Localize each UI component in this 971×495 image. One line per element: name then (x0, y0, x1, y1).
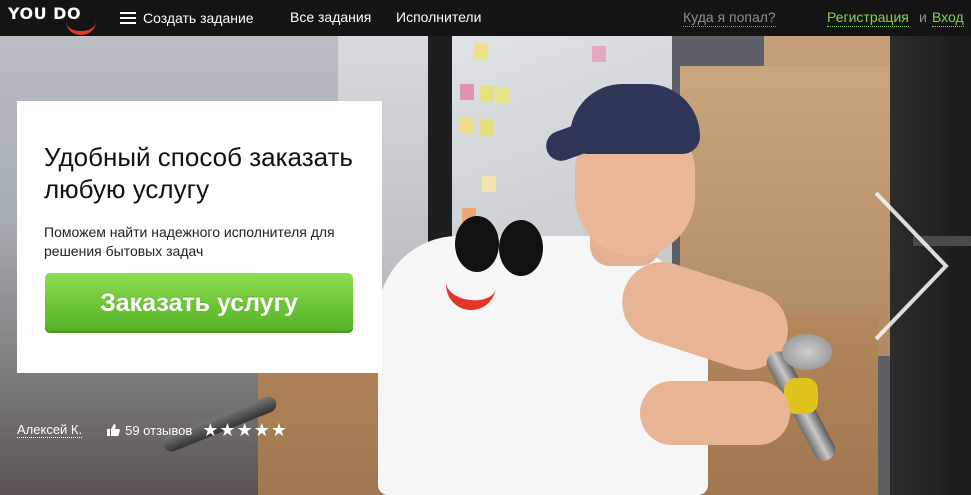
rating-stars: ★ ★ ★ ★ ★ (202, 421, 288, 439)
star-icon: ★ (202, 420, 219, 440)
reviewer-name-link[interactable]: Алексей К. (17, 422, 83, 438)
login-link[interactable]: Вход (932, 9, 964, 27)
background-box (764, 36, 894, 70)
sticky-note (482, 176, 496, 192)
table-leg-bracket (782, 334, 832, 370)
star-icon: ★ (253, 420, 270, 440)
hero-title: Удобный способ заказать любую услугу (44, 142, 353, 204)
person-forearm (640, 381, 790, 445)
sticky-note (460, 118, 474, 134)
all-tasks-link[interactable]: Все задания (290, 0, 371, 36)
sticky-note (474, 44, 488, 60)
sticky-note (480, 86, 494, 102)
review-strip: Алексей К. 59 отзывов ★ ★ ★ ★ ★ (17, 420, 288, 440)
order-service-button[interactable]: Заказать услугу (45, 273, 353, 333)
reviews-count: 59 отзывов (125, 422, 193, 438)
performers-link[interactable]: Исполнители (396, 0, 481, 36)
sticky-note (592, 46, 606, 62)
where-am-i-link[interactable]: Куда я попал? (683, 9, 776, 27)
star-icon: ★ (270, 420, 287, 440)
create-task-link[interactable]: Создать задание (120, 0, 254, 36)
thumbs-up-icon (106, 423, 120, 437)
sticky-note (496, 88, 510, 104)
menu-icon (120, 12, 136, 24)
logo-smile-icon (66, 21, 96, 35)
sticky-note (460, 84, 474, 100)
hero-subtitle: Поможем найти надежного исполнителя для … (44, 224, 335, 259)
register-link[interactable]: Регистрация (827, 9, 909, 27)
sticky-note (480, 120, 494, 136)
star-icon: ★ (219, 420, 236, 440)
shirt-logo-d (455, 216, 499, 272)
star-icon: ★ (236, 420, 253, 440)
create-task-label: Создать задание (143, 9, 254, 26)
top-navigation: YOU DO Создать задание Все задания Испол… (0, 0, 971, 36)
offer-card: Удобный способ заказать любую услугу Пом… (17, 101, 382, 373)
chevron-right-icon[interactable] (870, 191, 950, 341)
shirt-logo-o (499, 220, 543, 276)
and-text: и (919, 9, 927, 25)
